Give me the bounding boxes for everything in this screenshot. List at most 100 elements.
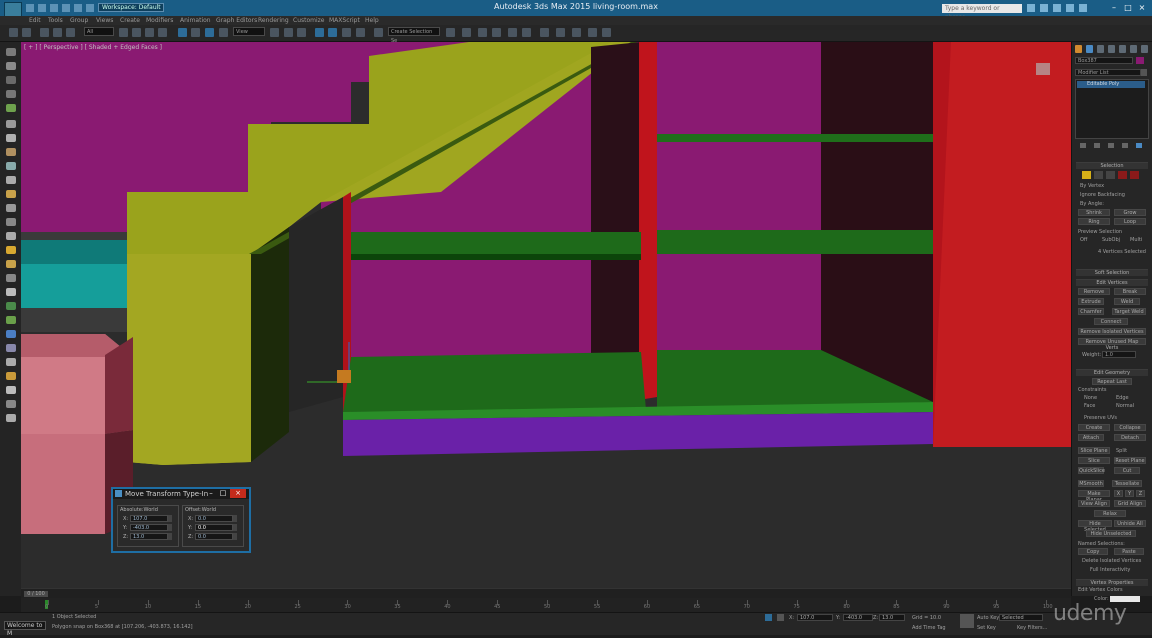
menu-item-maxscript[interactable]: MAXScript xyxy=(329,16,360,25)
connect-button[interactable]: Connect xyxy=(1094,318,1128,325)
remove-isolated-button[interactable]: Remove Isolated Vertices xyxy=(1078,328,1146,335)
polygon-mode-icon[interactable] xyxy=(1118,171,1127,179)
modifier-stack[interactable] xyxy=(1075,79,1149,139)
select-link-icon[interactable] xyxy=(40,28,49,37)
minimize-icon[interactable]: – xyxy=(1108,2,1120,13)
maximize-icon[interactable]: □ xyxy=(1122,2,1134,13)
coord-x-field[interactable]: 107.0 xyxy=(797,614,833,621)
off-y-field[interactable]: 0.0 xyxy=(195,524,233,531)
modify-tab-icon[interactable] xyxy=(1086,45,1093,53)
full-interactivity-checkbox[interactable]: Full Interactivity xyxy=(1090,567,1130,573)
element-mode-icon[interactable] xyxy=(1130,171,1139,179)
off-z-spinner[interactable] xyxy=(233,533,237,540)
edit-geometry-rollout[interactable]: Edit Geometry xyxy=(1076,369,1148,376)
cylinder-primitive-icon[interactable] xyxy=(6,204,16,212)
align-icon[interactable] xyxy=(462,28,471,37)
curve-editor-icon[interactable] xyxy=(522,28,531,37)
move-icon[interactable] xyxy=(178,28,187,37)
lights-icon[interactable] xyxy=(6,162,16,170)
hierarchy-tab-icon[interactable] xyxy=(1097,45,1104,53)
particles-icon[interactable] xyxy=(6,372,16,380)
msmooth-button[interactable]: MSmooth xyxy=(1078,480,1104,487)
loop-button[interactable]: Loop xyxy=(1114,218,1146,225)
constraint-normal-radio[interactable]: Normal xyxy=(1116,403,1134,409)
layout-icon[interactable] xyxy=(6,414,16,422)
helpers-icon[interactable] xyxy=(6,330,16,338)
help-icon[interactable] xyxy=(1079,4,1087,12)
modifier-dropdown-arrow[interactable] xyxy=(1141,69,1147,76)
schematic-view-icon[interactable] xyxy=(540,28,549,37)
edit-vertices-rollout[interactable]: Edit Vertices xyxy=(1076,279,1148,286)
material-editor-icon[interactable] xyxy=(556,28,565,37)
preview-subobj-radio[interactable]: SubObj xyxy=(1102,237,1120,243)
camera-icon[interactable] xyxy=(6,316,16,324)
motion-tool-icon[interactable] xyxy=(6,400,16,408)
vertex-mode-icon[interactable] xyxy=(1082,171,1091,179)
named-selection-dropdown[interactable]: Create Selection Se xyxy=(388,27,440,44)
abs-y-spinner[interactable] xyxy=(168,524,172,531)
auto-key-button[interactable]: Auto Key xyxy=(977,615,999,621)
create-button[interactable]: Create xyxy=(1078,424,1110,431)
off-y-spinner[interactable] xyxy=(233,524,237,531)
coord-z-field[interactable]: 13.0 xyxy=(879,614,905,621)
slice-button[interactable]: Slice xyxy=(1078,457,1110,464)
ring-button[interactable]: Ring xyxy=(1078,218,1110,225)
configure-sets-icon[interactable] xyxy=(1136,143,1142,148)
edge-mode-icon[interactable] xyxy=(1094,171,1103,179)
coord-y-field[interactable]: -403.0 xyxy=(843,614,873,621)
subscription-icon[interactable] xyxy=(1040,4,1048,12)
abs-x-field[interactable]: 107.0 xyxy=(130,515,168,522)
abs-x-spinner[interactable] xyxy=(168,515,172,522)
copy-button[interactable]: Copy xyxy=(1078,548,1108,555)
extrude-button[interactable]: Extrude xyxy=(1078,298,1104,305)
select-manipulate-icon[interactable] xyxy=(284,28,293,37)
menu-item-help[interactable]: Help xyxy=(365,16,379,25)
populate-icon[interactable] xyxy=(6,104,16,112)
menu-item-graph-editors[interactable]: Graph Editors xyxy=(216,16,257,25)
hide-selected-button[interactable]: Hide Selected xyxy=(1078,520,1112,533)
menu-item-modifiers[interactable]: Modifiers xyxy=(146,16,173,25)
search-input[interactable]: Type a keyword or phrase xyxy=(942,4,1022,21)
weight-field[interactable]: 1.0 xyxy=(1102,351,1136,358)
angle-snap-icon[interactable] xyxy=(328,28,337,37)
remove-unused-map-button[interactable]: Remove Unused Map Verts xyxy=(1078,338,1146,351)
off-x-field[interactable]: 0.0 xyxy=(195,515,233,522)
dialog-header[interactable]: Move Transform Type-In – □ × xyxy=(113,489,249,499)
weld-button[interactable]: Weld xyxy=(1114,298,1140,305)
constraint-face-radio[interactable]: Face xyxy=(1084,403,1095,409)
planar-x-button[interactable]: X xyxy=(1114,490,1123,497)
add-time-tag[interactable]: Add Time Tag xyxy=(912,625,946,631)
make-planar-button[interactable]: Make Planar xyxy=(1078,490,1110,503)
hide-unselected-button[interactable]: Hide Unselected xyxy=(1086,530,1136,537)
object-paint-icon[interactable] xyxy=(6,90,16,98)
render-production-icon[interactable] xyxy=(602,28,611,37)
shrink-button[interactable]: Shrink xyxy=(1078,209,1110,216)
stack-item-editable-poly[interactable]: Editable Poly xyxy=(1077,81,1145,88)
ignore-backfacing-checkbox[interactable]: Ignore Backfacing xyxy=(1080,192,1125,198)
cone-primitive-icon[interactable] xyxy=(6,232,16,240)
collapse-button[interactable]: Collapse xyxy=(1114,424,1146,431)
abs-y-field[interactable]: -403.0 xyxy=(130,524,168,531)
soft-selection-rollout[interactable]: Soft Selection xyxy=(1076,269,1148,276)
edit-named-sets-icon[interactable] xyxy=(374,28,383,37)
close-icon[interactable]: × xyxy=(1136,2,1148,13)
quickslice-button[interactable]: QuickSlice xyxy=(1078,467,1105,474)
rotate-icon[interactable] xyxy=(191,28,200,37)
chamfer-button[interactable]: Chamfer xyxy=(1078,308,1104,315)
spacewarps-icon[interactable] xyxy=(6,344,16,352)
modifier-list-dropdown[interactable]: Modifier List xyxy=(1075,69,1141,76)
hierarchy-tool-icon[interactable] xyxy=(6,134,16,142)
box-primitive-icon[interactable] xyxy=(6,176,16,184)
close-icon[interactable]: × xyxy=(230,489,246,498)
object-color-swatch[interactable] xyxy=(1136,57,1144,64)
grow-button[interactable]: Grow xyxy=(1114,209,1146,216)
minimize-icon[interactable]: – xyxy=(205,489,217,498)
key-selection-dropdown[interactable]: Selected xyxy=(999,614,1043,621)
window-crossing-icon[interactable] xyxy=(158,28,167,37)
abs-z-field[interactable]: 13.0 xyxy=(130,533,168,540)
maximize-icon[interactable]: □ xyxy=(217,489,229,498)
unhide-all-button[interactable]: Unhide All xyxy=(1114,520,1146,527)
menu-item-animation[interactable]: Animation xyxy=(180,16,211,25)
time-slider-thumb[interactable]: 0 / 100 xyxy=(24,591,48,597)
maxscript-listener[interactable]: Welcome to M xyxy=(4,621,46,637)
